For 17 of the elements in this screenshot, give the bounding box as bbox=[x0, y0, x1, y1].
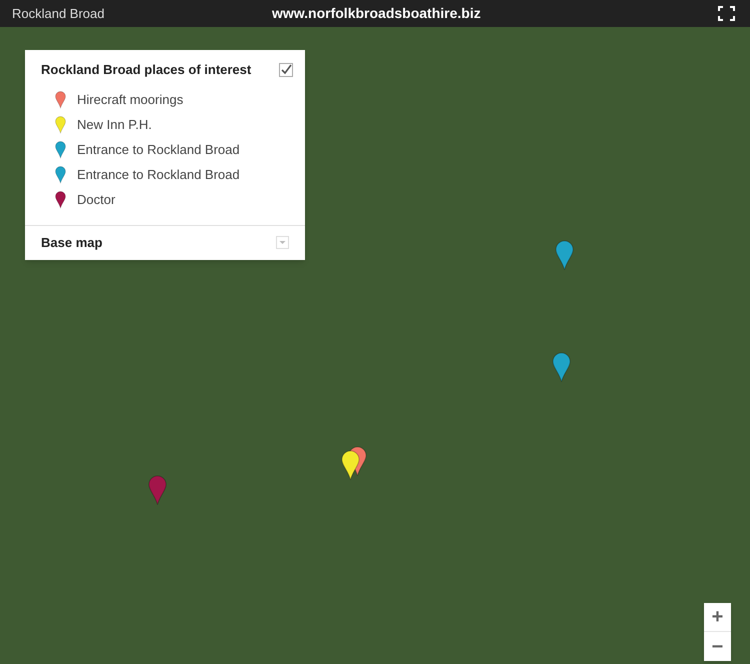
zoom-in-button[interactable]: + bbox=[704, 603, 731, 632]
map-pin-icon[interactable] bbox=[341, 450, 360, 480]
map-pin-icon[interactable] bbox=[555, 240, 574, 270]
website-url: www.norfolkbroadsboathire.biz bbox=[272, 4, 481, 23]
layer-checkbox[interactable] bbox=[279, 62, 293, 77]
satellite-map[interactable]: Rockland Broad places of interest Hirecraft moorings New Inn P.H. Entrance to Rockland Broad Entrance to Rockland Broad Doctor Base map + − bbox=[0, 27, 750, 664]
map-pin-icon[interactable] bbox=[552, 352, 571, 382]
legend-item[interactable]: Hirecraft moorings bbox=[25, 88, 305, 112]
fullscreen-icon[interactable] bbox=[718, 6, 735, 21]
zoom-out-button[interactable]: − bbox=[704, 632, 731, 661]
legend-item[interactable]: Entrance to Rockland Broad bbox=[25, 138, 305, 162]
legend-item[interactable]: New Inn P.H. bbox=[25, 112, 305, 138]
legend-title: Rockland Broad places of interest bbox=[41, 61, 252, 79]
map-title: Rockland Broad bbox=[12, 4, 104, 23]
legend-item[interactable]: Entrance to Rockland Broad bbox=[25, 162, 305, 188]
base-map-label: Base map bbox=[41, 234, 102, 252]
legend-item[interactable]: Doctor bbox=[25, 188, 305, 212]
